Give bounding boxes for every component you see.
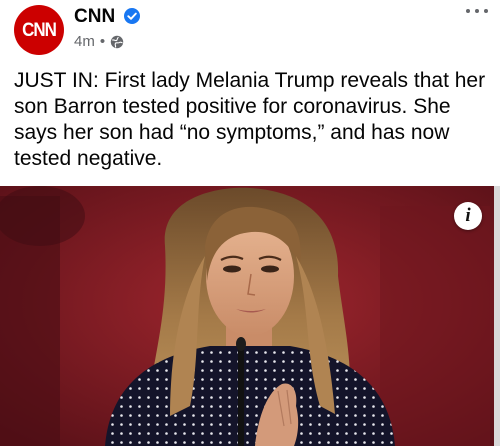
post-caption: JUST IN: First lady Melania Trump reveal… (14, 69, 486, 170)
facebook-post: CNN CNN 4m • JUST IN: First lady Melania… (0, 0, 500, 446)
post-header: CNN CNN 4m • (0, 0, 500, 58)
globe-icon (110, 35, 124, 48)
avatar[interactable]: CNN (14, 5, 64, 55)
info-glyph: i (465, 205, 471, 226)
avatar-logo-text: CNN (22, 18, 57, 41)
right-edge-strip (494, 186, 500, 446)
info-icon[interactable]: i (454, 202, 482, 230)
more-options-icon[interactable] (466, 6, 488, 16)
timestamp[interactable]: 4m (74, 33, 95, 50)
post-meta: 4m • (74, 33, 124, 50)
post-photo[interactable]: i (0, 186, 500, 446)
meta-separator: • (99, 33, 106, 50)
verified-badge-icon (124, 8, 140, 24)
photo-illustration (0, 186, 500, 446)
page-name[interactable]: CNN (74, 6, 115, 28)
